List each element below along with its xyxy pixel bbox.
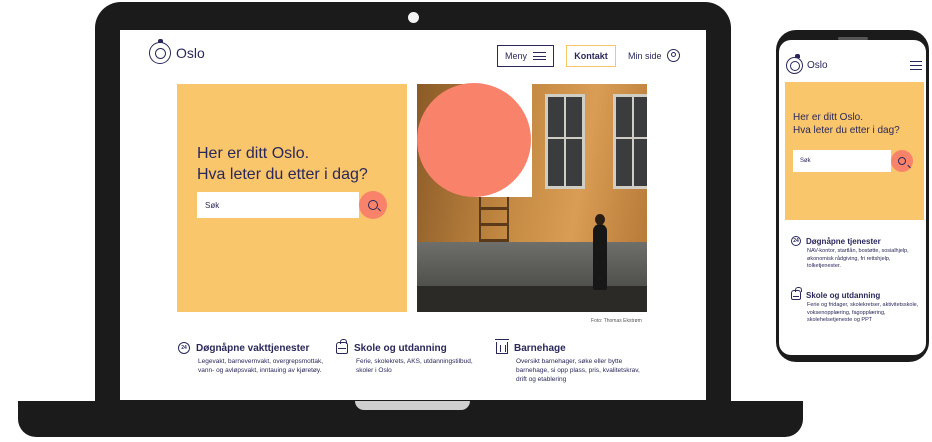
oslo-crest-icon (149, 39, 171, 64)
user-icon (666, 49, 680, 62)
hero-title-line2: Hva leter du etter i dag? (197, 166, 368, 183)
backpack-icon (336, 339, 348, 354)
hero-title-line1: Her er ditt Oslo. (197, 145, 310, 162)
mobile-hero-line2: Hva leter du etter i dag? (793, 125, 900, 136)
photo-stone-base (417, 242, 647, 287)
laptop-notch (355, 401, 470, 410)
search-button[interactable] (359, 191, 387, 219)
mobile-logo-text: Oslo (807, 60, 828, 71)
phone-speaker (838, 37, 868, 40)
service-title: Døgnåpne tjenester (806, 236, 881, 246)
mobile-search-input[interactable]: Søk (793, 150, 891, 172)
service-title: Barnehage (514, 342, 566, 354)
mobile-hero-line1: Her er ditt Oslo. (793, 112, 864, 123)
photo-street (417, 286, 647, 312)
photo-pedestrian (593, 214, 607, 290)
photo-window-left (545, 94, 585, 189)
laptop-camera (408, 12, 419, 23)
service-item-24h[interactable]: 24 Døgnåpne vakttjenester Legevakt, barn… (178, 342, 328, 375)
search-icon (368, 200, 378, 210)
menu-label: Meny (504, 51, 527, 61)
menu-button[interactable]: Meny (497, 45, 554, 67)
my-page-label: Min side (628, 50, 662, 61)
24h-clock-icon: 24 (791, 236, 801, 246)
phone-screen: Oslo Her er ditt Oslo. Hva leter du ette… (779, 40, 926, 355)
oslo-crest-icon (786, 54, 803, 74)
mobile-search-button[interactable] (891, 150, 913, 172)
device-mockup: Oslo Meny Kontakt Min side Her er ditt O… (0, 0, 932, 442)
mobile-hero-panel: Her er ditt Oslo. Hva leter du etter i d… (785, 82, 924, 220)
search-icon (898, 157, 906, 165)
service-description: NAV-kontor, startlån, bostøtte, sosialhj… (807, 248, 909, 269)
service-description: Ferie, skolekrets, AKS, utdanningstilbud… (356, 358, 473, 374)
photo-window-right (613, 94, 647, 189)
site-logo[interactable]: Oslo (149, 39, 205, 64)
logo-text: Oslo (176, 45, 205, 61)
24h-clock-icon: 24 (178, 342, 190, 354)
service-item-kindergarten[interactable]: Barnehage Oversikt barnehager, søke elle… (495, 339, 646, 384)
laptop-screen: Oslo Meny Kontakt Min side Her er ditt O… (120, 30, 706, 400)
service-description: Legevakt, barnevernvakt, overgrepsmottak… (198, 358, 324, 374)
mobile-hamburger-icon[interactable] (910, 61, 922, 70)
photo-ladder (479, 194, 509, 242)
service-title: Skole og utdanning (354, 342, 447, 354)
hero-panel: Her er ditt Oslo. Hva leter du etter i d… (177, 84, 407, 312)
mobile-service-item-school[interactable]: Skole og utdanning Ferie og fridager, sk… (791, 287, 923, 325)
mobile-site-logo[interactable]: Oslo (786, 54, 828, 74)
hamburger-icon (533, 52, 546, 60)
service-description: Oversikt barnehager, søke eller bytte ba… (516, 358, 640, 383)
photo-credit: Foto: Thomas Ekstrøm (591, 318, 642, 324)
kindergarten-icon (495, 339, 509, 354)
hero-title: Her er ditt Oslo. Hva leter du etter i d… (197, 143, 397, 185)
backpack-icon (791, 287, 802, 300)
contact-button[interactable]: Kontakt (566, 45, 616, 67)
service-description: Ferie og fridager, skolekretser, aktivit… (807, 302, 919, 323)
mobile-service-item-24h[interactable]: 24 Døgnåpne tjenester NAV-kontor, startl… (791, 236, 923, 271)
search-input[interactable]: Søk (197, 192, 359, 218)
mobile-hero-title: Her er ditt Oslo. Hva leter du etter i d… (793, 111, 921, 137)
service-title: Døgnåpne vakttjenester (196, 342, 310, 354)
service-title: Skole og utdanning (806, 290, 881, 300)
service-item-school[interactable]: Skole og utdanning Ferie, skolekrets, AK… (336, 339, 486, 375)
my-page-link[interactable]: Min side (628, 49, 680, 62)
coral-circle-decoration (417, 83, 531, 197)
